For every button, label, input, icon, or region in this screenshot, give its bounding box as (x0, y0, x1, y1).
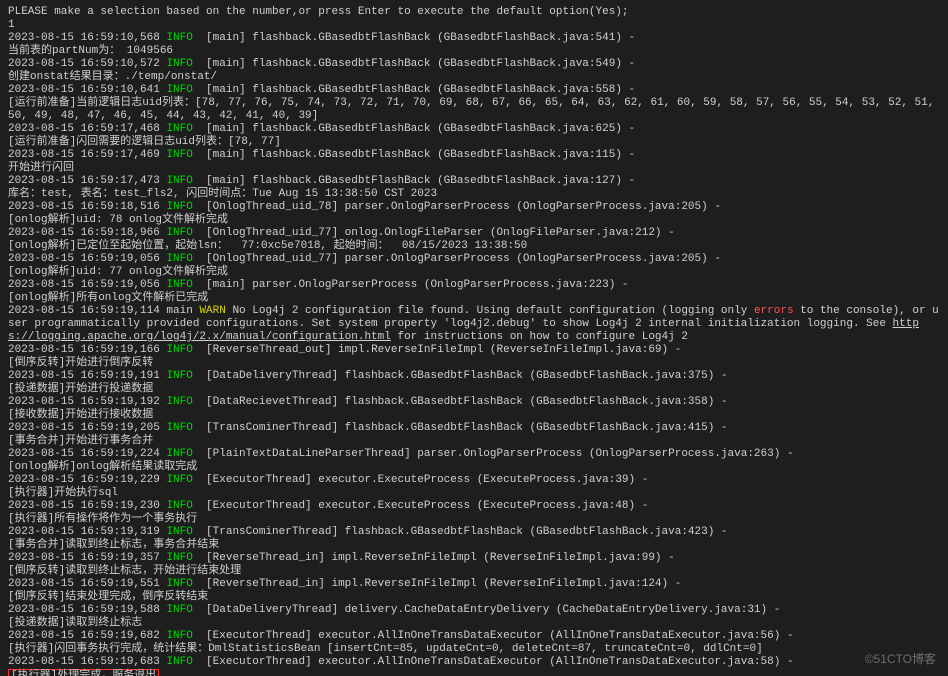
log-level-info: INFO (166, 578, 192, 590)
log-line: 2023-08-15 16:59:19,205 INFO [TransComin… (8, 422, 940, 435)
log-line: [onlog解析]uid: 77 onlog文件解析完成 (8, 266, 940, 279)
log-level-info: INFO (166, 630, 192, 642)
log-line: 2023-08-15 16:59:18,966 INFO [OnlogThrea… (8, 227, 940, 240)
log-level-info: INFO (166, 370, 192, 382)
log-line: 2023-08-15 16:59:19,114 main WARN No Log… (8, 305, 940, 344)
log-line: 2023-08-15 16:59:19,319 INFO [TransComin… (8, 526, 940, 539)
log-line: [倒序反转]读取到终止标志，开始进行结束处理 (8, 565, 940, 578)
log-error-word: errors (754, 305, 794, 317)
config-link[interactable]: https://logging.apache.org/log4j/2.x/man… (8, 318, 919, 343)
log-line: 2023-08-15 16:59:10,641 INFO [main] flas… (8, 84, 940, 97)
log-line: [onlog解析]uid: 78 onlog文件解析完成 (8, 214, 940, 227)
log-level-info: INFO (166, 149, 192, 161)
log-line: 2023-08-15 16:59:19,056 INFO [OnlogThrea… (8, 253, 940, 266)
log-level-info: INFO (166, 448, 192, 460)
log-line: 2023-08-15 16:59:18,516 INFO [OnlogThrea… (8, 201, 940, 214)
log-level-info: INFO (166, 552, 192, 564)
log-level-info: INFO (166, 526, 192, 538)
log-level-info: INFO (166, 344, 192, 356)
log-level-info: INFO (166, 123, 192, 135)
log-line: 开始进行闪回 (8, 162, 940, 175)
log-line: 2023-08-15 16:59:10,568 INFO [main] flas… (8, 32, 940, 45)
log-level-info: INFO (166, 604, 192, 616)
log-line: [执行器]闪回事务执行完成，统计结果：DmlStatisticsBean [in… (8, 643, 940, 656)
log-line: 2023-08-15 16:59:17,473 INFO [main] flas… (8, 175, 940, 188)
log-level-info: INFO (166, 32, 192, 44)
log-level-info: INFO (166, 175, 192, 187)
log-line: 2023-08-15 16:59:19,191 INFO [DataDelive… (8, 370, 940, 383)
log-line: 2023-08-15 16:59:19,357 INFO [ReverseThr… (8, 552, 940, 565)
log-line: 库名：test, 表名：test_fls2, 闪回时间点：Tue Aug 15 … (8, 188, 940, 201)
log-line: 2023-08-15 16:59:17,469 INFO [main] flas… (8, 149, 940, 162)
log-line: 2023-08-15 16:59:19,588 INFO [DataDelive… (8, 604, 940, 617)
log-line: [事务合并]读取到终止标志，事务合并结束 (8, 539, 940, 552)
log-line: 2023-08-15 16:59:19,224 INFO [PlainTextD… (8, 448, 940, 461)
log-line: 2023-08-15 16:59:19,682 INFO [ExecutorTh… (8, 630, 940, 643)
log-line: 2023-08-15 16:59:19,166 INFO [ReverseThr… (8, 344, 940, 357)
log-line: [onlog解析]onlog解析结果读取完成 (8, 461, 940, 474)
log-line: [倒序反转]结束处理完成，倒序反转结束 (8, 591, 940, 604)
log-line: [onlog解析]所有onlog文件解析已完成 (8, 292, 940, 305)
terminal-output[interactable]: PLEASE make a selection based on the num… (0, 0, 948, 676)
log-line: [运行前准备]闪回需要的逻辑日志uid列表：[78, 77] (8, 136, 940, 149)
log-line: [事务合并]开始进行事务合并 (8, 435, 940, 448)
log-line: [倒序反转]开始进行倒序反转 (8, 357, 940, 370)
log-line: 1 (8, 19, 940, 32)
log-line: 2023-08-15 16:59:19,683 INFO [ExecutorTh… (8, 656, 940, 669)
log-level-info: INFO (166, 396, 192, 408)
log-level-info: INFO (166, 422, 192, 434)
log-level-info: INFO (166, 84, 192, 96)
log-level-info: INFO (166, 500, 192, 512)
log-line: [运行前准备]当前逻辑日志uid列表：[78, 77, 76, 75, 74, … (8, 97, 940, 123)
log-line: 2023-08-15 16:59:19,230 INFO [ExecutorTh… (8, 500, 940, 513)
log-line: [投递数据]读取到终止标志 (8, 617, 940, 630)
log-level-info: INFO (166, 656, 192, 668)
highlighted-log: [执行器]处理完成，服务退出 (8, 669, 159, 676)
log-line: [onlog解析]已定位至起始位置，起始lsn： 77:0xc5e7018, 起… (8, 240, 940, 253)
log-line: [执行器]处理完成，服务退出 (8, 669, 940, 676)
log-line: PLEASE make a selection based on the num… (8, 6, 940, 19)
log-level-info: INFO (166, 253, 192, 265)
log-line: [接收数据]开始进行接收数据 (8, 409, 940, 422)
log-level-info: INFO (166, 201, 192, 213)
log-line: 2023-08-15 16:59:19,056 INFO [main] pars… (8, 279, 940, 292)
log-level-info: INFO (166, 227, 192, 239)
log-level-info: INFO (166, 58, 192, 70)
log-line: 2023-08-15 16:59:10,572 INFO [main] flas… (8, 58, 940, 71)
log-line: 2023-08-15 16:59:19,192 INFO [DataReciev… (8, 396, 940, 409)
log-line: 创建onstat结果目录：./temp/onstat/ (8, 71, 940, 84)
log-level-info: INFO (166, 279, 192, 291)
log-line: 2023-08-15 16:59:19,551 INFO [ReverseThr… (8, 578, 940, 591)
log-line: 2023-08-15 16:59:19,229 INFO [ExecutorTh… (8, 474, 940, 487)
log-level-warn: WARN (199, 305, 225, 317)
log-line: [执行器]所有操作将作为一个事务执行 (8, 513, 940, 526)
log-line: [执行器]开始执行sql (8, 487, 940, 500)
log-level-info: INFO (166, 474, 192, 486)
watermark-text: ©51CTO博客 (865, 653, 936, 666)
log-line: 2023-08-15 16:59:17,468 INFO [main] flas… (8, 123, 940, 136)
log-line: [投递数据]开始进行投递数据 (8, 383, 940, 396)
log-line: 当前表的partNum为： 1049566 (8, 45, 940, 58)
